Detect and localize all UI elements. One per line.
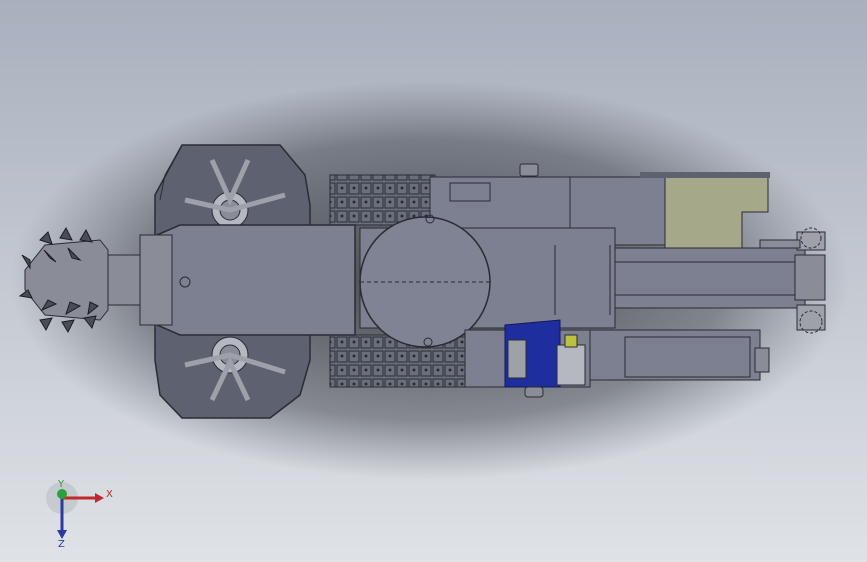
z-axis-label: Z	[58, 539, 65, 548]
hydraulic-unit	[464, 319, 591, 398]
roadheader-model[interactable]	[0, 0, 867, 562]
cutting-boom	[104, 224, 356, 336]
graphics-viewport[interactable]: X Y Z	[0, 0, 867, 562]
tail-sprocket-bottom	[796, 304, 826, 334]
x-axis-label: X	[106, 489, 113, 500]
coordinate-triad: X Y Z	[46, 479, 113, 548]
y-axis-label: Y	[57, 479, 65, 490]
turntable	[359, 214, 491, 348]
y-axis-arrow	[57, 489, 67, 499]
oil-tank	[589, 329, 770, 381]
